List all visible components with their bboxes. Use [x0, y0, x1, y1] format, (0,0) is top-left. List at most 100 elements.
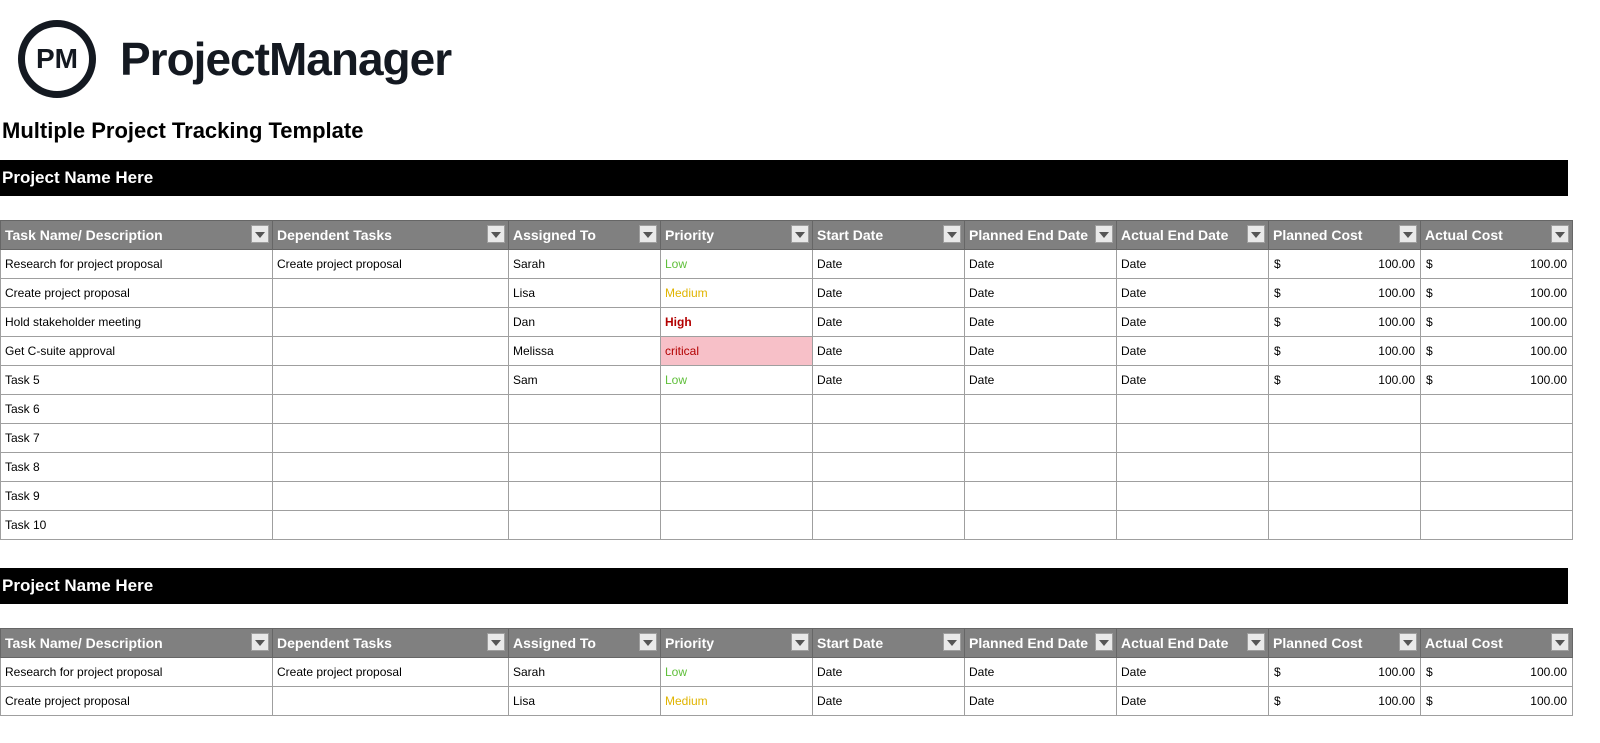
actual-end-cell[interactable]: Date: [1117, 687, 1269, 716]
filter-dropdown-icon[interactable]: [943, 225, 961, 243]
priority-cell[interactable]: Medium: [661, 279, 813, 308]
cost-cell[interactable]: $100.00: [1269, 337, 1421, 366]
assigned-cell[interactable]: Sarah: [509, 658, 661, 687]
cost-cell[interactable]: [1421, 482, 1573, 511]
priority-cell[interactable]: High: [661, 308, 813, 337]
assigned-cell[interactable]: Sam: [509, 366, 661, 395]
actual-end-cell[interactable]: [1117, 453, 1269, 482]
filter-dropdown-icon[interactable]: [1095, 633, 1113, 651]
start-date-cell[interactable]: [813, 424, 965, 453]
filter-dropdown-icon[interactable]: [639, 225, 657, 243]
dependent-cell[interactable]: [273, 424, 509, 453]
filter-dropdown-icon[interactable]: [1095, 225, 1113, 243]
cost-cell[interactable]: [1269, 511, 1421, 540]
cost-cell[interactable]: $100.00: [1269, 687, 1421, 716]
priority-cell[interactable]: Medium: [661, 687, 813, 716]
dependent-cell[interactable]: [273, 511, 509, 540]
planned-end-cell[interactable]: Date: [965, 337, 1117, 366]
cost-cell[interactable]: $100.00: [1421, 308, 1573, 337]
planned-end-cell[interactable]: [965, 453, 1117, 482]
start-date-cell[interactable]: [813, 511, 965, 540]
cost-cell[interactable]: $100.00: [1421, 337, 1573, 366]
actual-end-cell[interactable]: [1117, 511, 1269, 540]
cost-cell[interactable]: $100.00: [1269, 250, 1421, 279]
task-name-cell[interactable]: Research for project proposal: [1, 250, 273, 279]
cost-cell[interactable]: [1421, 395, 1573, 424]
task-name-cell[interactable]: Task 9: [1, 482, 273, 511]
filter-dropdown-icon[interactable]: [1399, 633, 1417, 651]
start-date-cell[interactable]: Date: [813, 687, 965, 716]
task-name-cell[interactable]: Create project proposal: [1, 687, 273, 716]
actual-end-cell[interactable]: Date: [1117, 250, 1269, 279]
cost-cell[interactable]: [1421, 511, 1573, 540]
planned-end-cell[interactable]: [965, 395, 1117, 424]
cost-cell[interactable]: $100.00: [1421, 366, 1573, 395]
cost-cell[interactable]: $100.00: [1269, 279, 1421, 308]
planned-end-cell[interactable]: Date: [965, 687, 1117, 716]
planned-end-cell[interactable]: [965, 424, 1117, 453]
start-date-cell[interactable]: [813, 453, 965, 482]
actual-end-cell[interactable]: Date: [1117, 279, 1269, 308]
assigned-cell[interactable]: [509, 453, 661, 482]
actual-end-cell[interactable]: Date: [1117, 366, 1269, 395]
start-date-cell[interactable]: Date: [813, 279, 965, 308]
filter-dropdown-icon[interactable]: [487, 633, 505, 651]
task-name-cell[interactable]: Task 5: [1, 366, 273, 395]
planned-end-cell[interactable]: Date: [965, 366, 1117, 395]
filter-dropdown-icon[interactable]: [251, 633, 269, 651]
priority-cell[interactable]: [661, 511, 813, 540]
actual-end-cell[interactable]: [1117, 482, 1269, 511]
planned-end-cell[interactable]: [965, 482, 1117, 511]
cost-cell[interactable]: $100.00: [1421, 658, 1573, 687]
cost-cell[interactable]: [1421, 424, 1573, 453]
dependent-cell[interactable]: [273, 482, 509, 511]
task-name-cell[interactable]: Task 6: [1, 395, 273, 424]
task-name-cell[interactable]: Hold stakeholder meeting: [1, 308, 273, 337]
filter-dropdown-icon[interactable]: [1247, 633, 1265, 651]
filter-dropdown-icon[interactable]: [791, 633, 809, 651]
actual-end-cell[interactable]: Date: [1117, 337, 1269, 366]
cost-cell[interactable]: $100.00: [1421, 250, 1573, 279]
task-name-cell[interactable]: Create project proposal: [1, 279, 273, 308]
filter-dropdown-icon[interactable]: [487, 225, 505, 243]
cost-cell[interactable]: $100.00: [1421, 279, 1573, 308]
priority-cell[interactable]: [661, 424, 813, 453]
planned-end-cell[interactable]: [965, 511, 1117, 540]
priority-cell[interactable]: [661, 482, 813, 511]
actual-end-cell[interactable]: [1117, 424, 1269, 453]
dependent-cell[interactable]: [273, 337, 509, 366]
cost-cell[interactable]: $100.00: [1269, 658, 1421, 687]
planned-end-cell[interactable]: Date: [965, 308, 1117, 337]
priority-cell[interactable]: Low: [661, 366, 813, 395]
cost-cell[interactable]: [1269, 424, 1421, 453]
cost-cell[interactable]: [1269, 453, 1421, 482]
priority-cell[interactable]: Low: [661, 250, 813, 279]
dependent-cell[interactable]: Create project proposal: [273, 250, 509, 279]
task-name-cell[interactable]: Task 7: [1, 424, 273, 453]
assigned-cell[interactable]: Lisa: [509, 279, 661, 308]
assigned-cell[interactable]: Sarah: [509, 250, 661, 279]
filter-dropdown-icon[interactable]: [639, 633, 657, 651]
start-date-cell[interactable]: Date: [813, 337, 965, 366]
assigned-cell[interactable]: [509, 395, 661, 424]
task-name-cell[interactable]: Task 10: [1, 511, 273, 540]
dependent-cell[interactable]: [273, 687, 509, 716]
cost-cell[interactable]: [1269, 395, 1421, 424]
dependent-cell[interactable]: [273, 279, 509, 308]
start-date-cell[interactable]: Date: [813, 658, 965, 687]
cost-cell[interactable]: $100.00: [1269, 366, 1421, 395]
assigned-cell[interactable]: [509, 482, 661, 511]
priority-cell[interactable]: Low: [661, 658, 813, 687]
planned-end-cell[interactable]: Date: [965, 250, 1117, 279]
dependent-cell[interactable]: [273, 453, 509, 482]
cost-cell[interactable]: [1269, 482, 1421, 511]
actual-end-cell[interactable]: [1117, 395, 1269, 424]
start-date-cell[interactable]: Date: [813, 250, 965, 279]
dependent-cell[interactable]: [273, 308, 509, 337]
dependent-cell[interactable]: [273, 395, 509, 424]
priority-cell[interactable]: critical: [661, 337, 813, 366]
cost-cell[interactable]: $100.00: [1269, 308, 1421, 337]
filter-dropdown-icon[interactable]: [791, 225, 809, 243]
assigned-cell[interactable]: Melissa: [509, 337, 661, 366]
start-date-cell[interactable]: Date: [813, 308, 965, 337]
